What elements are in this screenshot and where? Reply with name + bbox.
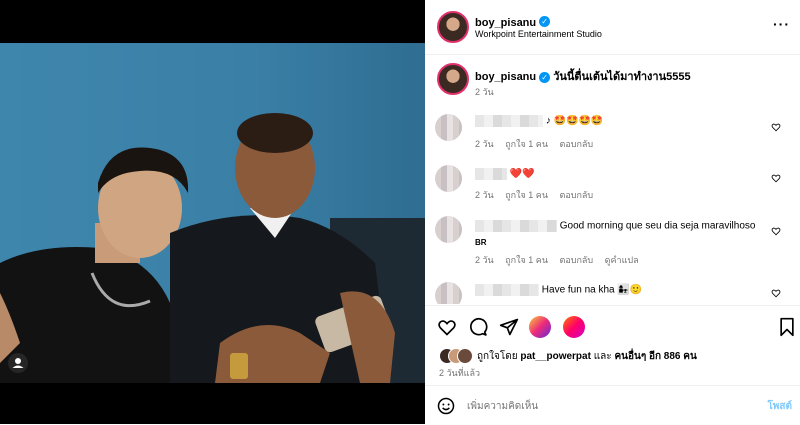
caption-text: วันนี้ตื่นเต้นได้มาทำงาน5555 bbox=[553, 71, 691, 83]
caption-time: 2 วัน bbox=[475, 87, 494, 97]
heart-outline-icon[interactable] bbox=[771, 173, 781, 183]
emoji-icon[interactable] bbox=[437, 397, 455, 415]
post-location[interactable]: Workpoint Entertainment Studio bbox=[475, 29, 602, 39]
story-ring-icon[interactable] bbox=[563, 316, 585, 338]
liked-by-avatars[interactable] bbox=[439, 348, 479, 364]
comment-item: Good morning que seu dia seja maravilhos… bbox=[435, 214, 785, 265]
reply-button[interactable]: ตอบกลับ bbox=[560, 255, 594, 265]
comment-text: Good morning que seu dia seja maravilhos… bbox=[559, 220, 756, 232]
liked-by-user[interactable]: pat__powerpat bbox=[520, 351, 591, 362]
heart-outline-icon[interactable] bbox=[771, 288, 781, 298]
post-timestamp[interactable]: 2 วันที่แล้ว bbox=[439, 366, 480, 380]
caption-username[interactable]: boy_pisanu bbox=[475, 71, 536, 83]
post-photo[interactable] bbox=[0, 43, 425, 383]
comment-input[interactable] bbox=[465, 396, 749, 416]
commenter-avatar[interactable] bbox=[435, 114, 462, 141]
share-send-icon[interactable] bbox=[499, 317, 519, 337]
verified-badge-icon: ✓ bbox=[539, 16, 551, 28]
heart-outline-icon[interactable] bbox=[771, 226, 781, 236]
caption: boy_pisanu ✓ วันนี้ตื่นเต้นได้มาทำงาน5555… bbox=[425, 62, 800, 102]
liked-by-and: และ bbox=[593, 351, 612, 362]
author-username[interactable]: boy_pisanu bbox=[475, 17, 536, 29]
like-heart-icon[interactable] bbox=[437, 317, 457, 337]
comment-subtext: BR bbox=[475, 238, 487, 247]
reply-button[interactable]: ตอบกลับ bbox=[560, 190, 594, 200]
liked-by-line: ถูกใจโดย pat__powerpat และ คนอื่นๆ อีก 8… bbox=[477, 349, 697, 364]
comment-likes[interactable]: ถูกใจ 1 คน bbox=[505, 139, 548, 149]
user-tag-icon bbox=[12, 358, 24, 368]
comment-likes[interactable]: ถูกใจ 1 คน bbox=[505, 255, 548, 265]
commenter-avatar[interactable] bbox=[435, 282, 462, 304]
comment-text: ❤️❤️ bbox=[509, 168, 535, 180]
see-translation-button[interactable]: ดูคำแปล bbox=[605, 255, 639, 265]
avatar bbox=[457, 348, 473, 364]
comment-item: ♪ 🤩🤩🤩🤩 2 วัน ถูกใจ 1 คน ตอบกลับ bbox=[435, 112, 785, 157]
comment-time: 2 วัน bbox=[475, 190, 494, 200]
commenter-username[interactable] bbox=[475, 220, 557, 232]
post-comment-button[interactable]: โพสต์ bbox=[767, 399, 792, 414]
comment-composer: โพสต์ bbox=[425, 385, 800, 425]
photo-illustration bbox=[0, 113, 425, 383]
heart-outline-icon[interactable] bbox=[771, 122, 781, 132]
author-avatar[interactable] bbox=[437, 11, 469, 43]
comment-time: 2 วัน bbox=[475, 255, 494, 265]
post-header: boy_pisanu ✓ Workpoint Entertainment Stud… bbox=[425, 0, 800, 55]
post-side-panel: boy_pisanu ✓ Workpoint Entertainment Stud… bbox=[425, 0, 800, 424]
commenter-username[interactable] bbox=[475, 168, 507, 180]
comment-time: 2 วัน bbox=[475, 139, 494, 149]
comment-item: Have fun na kha 👩‍👧🙂 bbox=[435, 272, 785, 304]
threads-reshare-icon[interactable] bbox=[529, 316, 551, 338]
comment-likes[interactable]: ถูกใจ 1 คน bbox=[505, 190, 548, 200]
commenter-username[interactable] bbox=[475, 284, 539, 296]
more-options-icon[interactable]: ··· bbox=[773, 16, 790, 32]
reply-button[interactable]: ตอบกลับ bbox=[560, 139, 594, 149]
commenter-username[interactable] bbox=[475, 115, 543, 127]
likes-count[interactable]: คนอื่นๆ อีก 886 คน bbox=[614, 351, 696, 362]
liked-by-prefix: ถูกใจโดย bbox=[477, 351, 518, 362]
comment-text: ♪ 🤩🤩🤩🤩 bbox=[545, 115, 604, 127]
comment-item: ❤️❤️ 2 วัน ถูกใจ 1 คน ตอบกลับ bbox=[435, 163, 785, 208]
comment-text: Have fun na kha 👩‍👧🙂 bbox=[541, 284, 643, 296]
verified-badge-icon: ✓ bbox=[539, 71, 551, 83]
tagged-user-button[interactable] bbox=[8, 353, 28, 373]
bookmark-icon[interactable] bbox=[777, 317, 797, 337]
commenter-avatar[interactable] bbox=[435, 216, 462, 243]
caption-avatar[interactable] bbox=[437, 63, 469, 95]
post-media-panel bbox=[0, 0, 425, 424]
action-bar: ถูกใจโดย pat__powerpat และ คนอื่นๆ อีก 8… bbox=[425, 305, 800, 384]
comment-bubble-icon[interactable] bbox=[468, 317, 488, 337]
commenter-avatar[interactable] bbox=[435, 165, 462, 192]
